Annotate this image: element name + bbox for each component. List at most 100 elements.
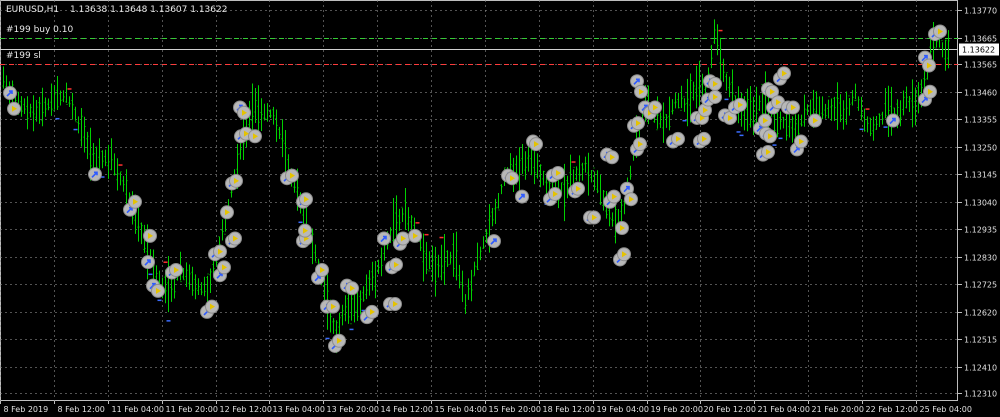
- trade-markers[interactable]: [3, 24, 947, 353]
- trade-marker[interactable]: [808, 113, 822, 128]
- trade-marker[interactable]: [505, 171, 519, 186]
- trade-marker[interactable]: [697, 131, 711, 146]
- up-arrow-icon: [157, 299, 162, 302]
- trade-marker[interactable]: [551, 165, 565, 180]
- time-tick-label: 21 Feb 20:00: [812, 405, 864, 414]
- trade-marker[interactable]: [298, 223, 312, 238]
- trade-marker[interactable]: [365, 304, 379, 319]
- time-tick-label: 12 Feb 12:00: [220, 405, 272, 414]
- trade-marker[interactable]: [141, 255, 155, 270]
- trade-marker[interactable]: [396, 231, 410, 246]
- time-tick-label: 25 Feb 04:00: [920, 405, 972, 414]
- down-arrow-icon: [118, 164, 123, 166]
- trade-marker[interactable]: [332, 333, 346, 348]
- trade-marker[interactable]: [299, 192, 313, 207]
- trade-marker[interactable]: [886, 113, 900, 128]
- time-tick-label: 19 Feb 04:00: [597, 405, 649, 414]
- trade-marker[interactable]: [923, 84, 937, 99]
- time-axis: 8 Feb 2019 8 Feb 12:00 11 Feb 04:00 11 Feb …: [0, 401, 972, 414]
- down-arrow-icon: [67, 88, 72, 90]
- time-tick-label: 20 Feb 12:00: [704, 405, 756, 414]
- trade-marker[interactable]: [763, 129, 777, 144]
- trade-marker[interactable]: [634, 84, 648, 99]
- trade-marker[interactable]: [3, 86, 17, 101]
- trade-marker[interactable]: [315, 262, 329, 277]
- trade-marker[interactable]: [7, 101, 21, 116]
- trade-marker[interactable]: [607, 189, 621, 204]
- chart-grid: [0, 0, 958, 401]
- trade-marker[interactable]: [624, 192, 638, 207]
- current-price-label: 1.13622: [962, 46, 995, 55]
- price-tick-label: 1.12515: [964, 336, 997, 345]
- trade-marker[interactable]: [571, 181, 585, 196]
- price-tick-label: 1.13145: [964, 171, 997, 180]
- mt4-chart-window[interactable]: 1.13770 1.13665 1.13565 1.13460 1.13355 1.132…: [0, 0, 1000, 417]
- price-tick-label: 1.12725: [964, 281, 997, 290]
- trade-marker[interactable]: [933, 24, 947, 39]
- up-arrow-icon: [349, 328, 354, 331]
- trade-marker[interactable]: [151, 283, 165, 298]
- down-arrow-icon: [865, 108, 870, 110]
- up-arrow-icon: [736, 131, 741, 133]
- price-bars: [2, 19, 950, 354]
- time-tick-label: 21 Feb 04:00: [758, 405, 810, 414]
- trade-marker[interactable]: [248, 129, 262, 144]
- price-tick-label: 1.13250: [964, 144, 997, 153]
- up-arrow-icon: [325, 337, 330, 340]
- trade-marker[interactable]: [786, 100, 800, 115]
- trade-marker[interactable]: [617, 247, 631, 262]
- trade-marker[interactable]: [708, 89, 722, 104]
- trade-marker[interactable]: [205, 299, 219, 314]
- time-tick-label: 11 Feb 04:00: [112, 405, 164, 414]
- trade-marker[interactable]: [758, 113, 772, 128]
- time-tick-label: 13 Feb 20:00: [327, 405, 379, 414]
- trade-marker[interactable]: [377, 231, 391, 246]
- trade-marker[interactable]: [794, 134, 808, 149]
- trade-marker[interactable]: [217, 260, 231, 275]
- trade-marker[interactable]: [388, 297, 402, 312]
- price-chart[interactable]: 1.13770 1.13665 1.13565 1.13460 1.13355 1.132…: [0, 0, 1000, 417]
- stop-loss-label: #199 sl: [6, 51, 41, 61]
- up-arrow-icon: [682, 119, 687, 122]
- down-arrow-icon: [163, 261, 168, 263]
- trade-marker[interactable]: [228, 231, 242, 246]
- trade-marker[interactable]: [777, 66, 791, 81]
- trade-marker[interactable]: [345, 281, 359, 296]
- trade-marker[interactable]: [708, 76, 722, 91]
- trade-marker[interactable]: [213, 244, 227, 259]
- down-arrow-icon: [718, 29, 723, 32]
- trade-marker[interactable]: [515, 189, 529, 204]
- trade-marker[interactable]: [88, 167, 102, 182]
- price-tick-label: 1.12830: [964, 254, 997, 263]
- up-arrow-icon: [859, 128, 864, 131]
- trade-marker[interactable]: [169, 262, 183, 277]
- trade-marker[interactable]: [326, 299, 340, 314]
- trade-marker[interactable]: [733, 97, 747, 112]
- trade-marker[interactable]: [285, 168, 299, 183]
- trade-marker[interactable]: [529, 137, 543, 152]
- trade-marker[interactable]: [671, 131, 685, 146]
- trade-marker[interactable]: [587, 210, 601, 225]
- trade-marker[interactable]: [229, 173, 243, 188]
- time-tick-label: 11 Feb 20:00: [166, 405, 218, 414]
- trade-marker[interactable]: [408, 228, 422, 243]
- trade-marker[interactable]: [922, 58, 936, 73]
- trade-marker[interactable]: [605, 150, 619, 165]
- trade-marker[interactable]: [220, 205, 234, 220]
- trade-marker[interactable]: [648, 100, 662, 115]
- trade-marker[interactable]: [631, 116, 645, 131]
- price-tick-label: 1.13565: [964, 61, 997, 70]
- trade-marker[interactable]: [487, 234, 501, 249]
- trade-marker[interactable]: [237, 105, 251, 120]
- trade-marker[interactable]: [389, 257, 403, 272]
- time-tick-label: 8 Feb 12:00: [58, 405, 105, 414]
- plot-frame: [0, 0, 958, 401]
- time-tick-label: 15 Feb 20:00: [489, 405, 541, 414]
- down-arrow-icon: [571, 161, 576, 163]
- trade-marker[interactable]: [761, 145, 775, 160]
- trade-marker[interactable]: [615, 221, 629, 236]
- trade-marker[interactable]: [633, 137, 647, 152]
- trade-marker[interactable]: [143, 228, 157, 243]
- trade-marker[interactable]: [548, 186, 562, 201]
- trade-marker[interactable]: [128, 194, 142, 209]
